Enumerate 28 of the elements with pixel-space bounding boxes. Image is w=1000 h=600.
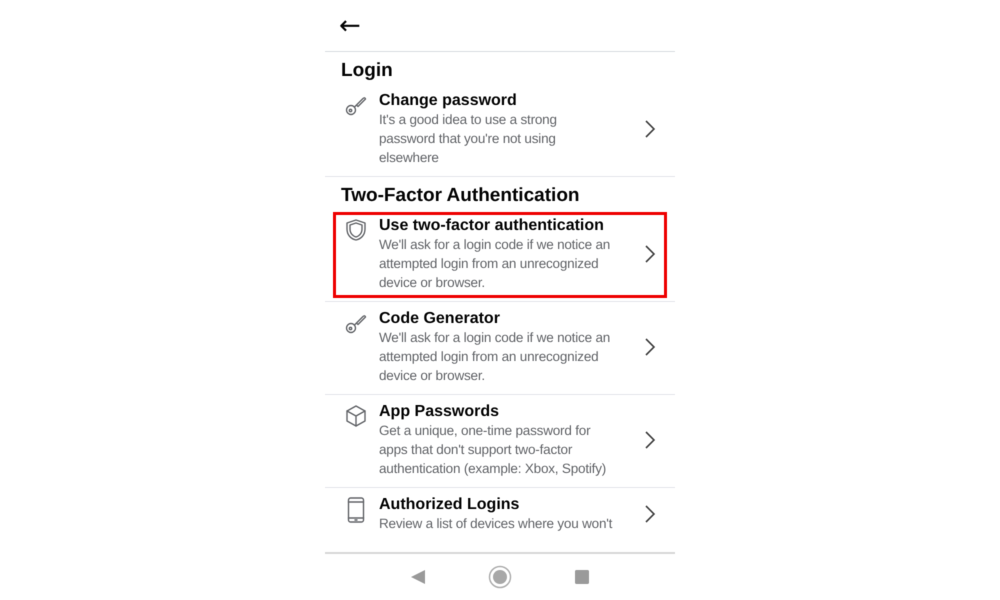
item-description: We'll ask for a login code if we notice an attempted login from an unrecognized device or browser. [379,236,612,292]
chevron-right-icon [644,119,656,139]
section-title: Login [340,59,394,83]
back-button[interactable]: ← [337,12,363,38]
item-title: App Passwords [379,402,500,421]
item-title: Change password [379,91,518,110]
cube-icon [344,404,368,428]
settings-item[interactable]: Authorized Logins Review a list of devices where you won't [333,491,667,539]
item-description: It's a good idea to use a strong password that you're not using elsewhere [379,111,558,167]
item-title: Authorized Logins [379,495,520,514]
item-title: Use two-factor authentication [379,216,605,235]
item-description: Review a list of devices where you won't [379,515,614,533]
highlighted-settings-item[interactable]: Use two-factor authentication We'll ask for a login code if we notice an attempted login from an unrecognized device or browser. [333,212,667,298]
back-nav-icon[interactable] [410,569,426,585]
chevron-right-icon [644,244,656,264]
home-nav-icon[interactable] [488,565,512,589]
item-description: Get a unique, one-time password for apps that don't support two-factor authentication (example: Xbox, Spotify) [379,422,608,478]
section-title: Two-Factor Authentication [340,184,581,208]
recents-nav-icon[interactable] [574,569,590,585]
chevron-right-icon [644,337,656,357]
settings-item[interactable]: Code Generator We'll ask for a login code if we notice an attempted login from an unrecognized device or browser. [333,305,667,391]
item-title: Code Generator [379,309,501,328]
item-description: We'll ask for a login code if we notice an attempted login from an unrecognized device or browser. [379,329,612,385]
settings-item[interactable]: Change password It's a good idea to use a strong password that you're not using elsewhere [333,87,667,173]
chevron-right-icon [644,504,656,524]
chevron-right-icon [644,430,656,450]
settings-item[interactable]: App Passwords Get a unique, one-time password for apps that don't support two-factor authentication (example: Xbox, Spotify) [333,398,667,484]
shield-icon [344,218,368,242]
